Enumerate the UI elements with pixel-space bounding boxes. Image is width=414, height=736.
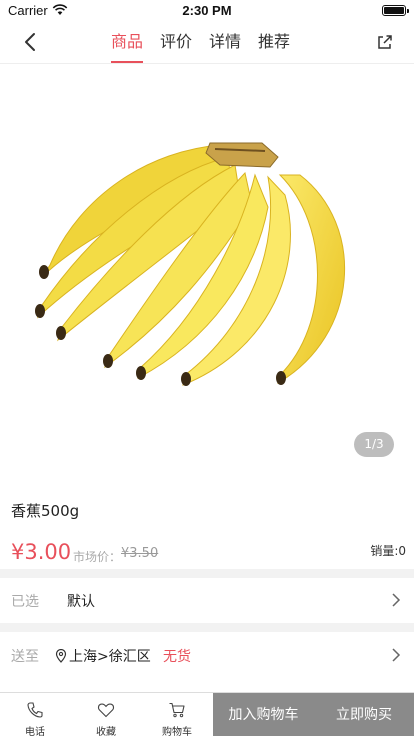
add-to-cart-button[interactable]: 加入购物车 [213,693,314,736]
product-title: 香蕉500g [11,502,80,520]
selected-value: 默认 [67,594,95,610]
selected-spec-row[interactable]: 已选 默认 [0,578,414,622]
market-price: ¥3.50 [121,546,159,561]
clock: 2:30 PM [182,3,232,18]
image-pager: 1/3 [354,432,394,457]
status-bar: Carrier 2:30 PM [0,0,414,22]
sales-count: 销量:0 [370,544,406,558]
divider [0,623,414,632]
top-nav: 商品 评价 详情 推荐 [0,22,414,64]
price-row: ¥3.00 市场价： ¥3.50 销量:0 [11,540,406,568]
back-chevron-icon[interactable] [20,31,42,53]
current-price: ¥3.00 [11,540,72,564]
chevron-right-icon [392,648,401,662]
tab-details[interactable]: 详情 [209,22,241,64]
active-tab-indicator [111,61,144,63]
delivery-row[interactable]: 送至 上海>徐汇区 无货 [0,633,414,677]
favorite-button[interactable]: 收藏 [71,693,141,736]
divider [0,569,414,578]
tab-bar: 商品 评价 详情 推荐 [111,22,307,64]
location-pin-icon [55,649,67,663]
market-price-label: 市场价： [73,550,122,564]
chevron-right-icon [392,593,401,607]
tab-recommend[interactable]: 推荐 [258,22,290,64]
bottom-action-bar: 电话 收藏 购物车 加入购物车 立即购买 [0,692,414,736]
cart-icon [169,702,185,718]
tab-reviews[interactable]: 评价 [160,22,192,64]
battery-icon [382,5,409,16]
heart-icon [97,703,115,718]
product-image-carousel[interactable]: 1/3 [0,65,414,477]
delivery-label: 送至 [11,649,39,665]
buy-now-button[interactable]: 立即购买 [314,693,414,736]
banana-image [35,142,346,386]
cart-button[interactable]: 购物车 [142,693,212,736]
phone-button[interactable]: 电话 [0,693,70,736]
tab-product[interactable]: 商品 [111,22,144,64]
share-icon[interactable] [376,33,394,51]
delivery-location: 上海>徐汇区 [55,646,151,666]
phone-icon [27,702,43,718]
selected-label: 已选 [11,594,39,610]
stock-status: 无货 [163,649,191,665]
